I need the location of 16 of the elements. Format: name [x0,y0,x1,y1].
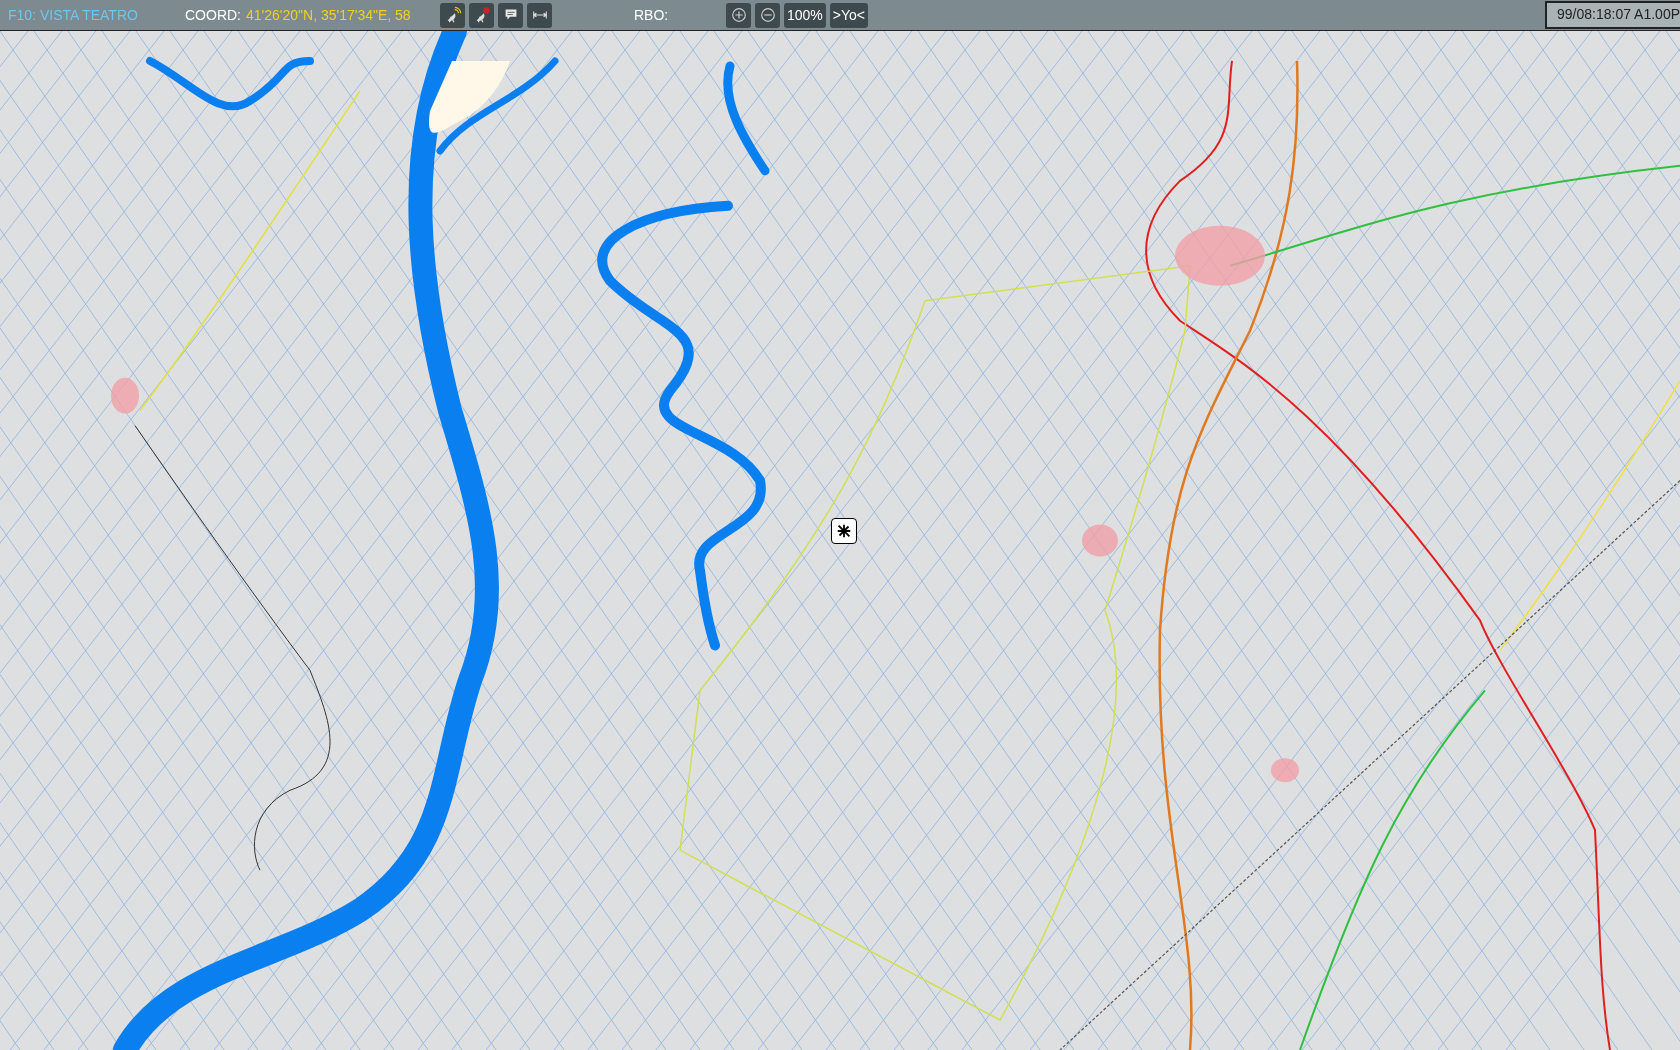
zoom-out-button[interactable] [755,2,780,28]
zoom-control-button[interactable]: >Yo< [829,2,868,28]
zoom-in-icon [729,6,748,24]
zoom-in-button[interactable] [726,2,751,28]
coord-value: 41'26'20"N, 35'17'34"E, 58 [246,7,411,23]
view-title: F10: VISTA TEATRO [8,7,139,23]
dish-alert-button[interactable] [469,2,494,28]
map-marker-icon[interactable] [831,518,857,544]
clock-display: 99/08:18:07 A1.00P [1545,1,1680,29]
comment-button[interactable] [498,2,523,28]
coord-label: COORD: [185,7,241,23]
dish-signal-button[interactable] [440,2,465,28]
rbo-label: RBO: [634,7,670,23]
zoom-control-button[interactable]: 100% [784,2,826,28]
measure-button[interactable] [527,2,552,28]
zoom-out-icon [758,6,777,24]
